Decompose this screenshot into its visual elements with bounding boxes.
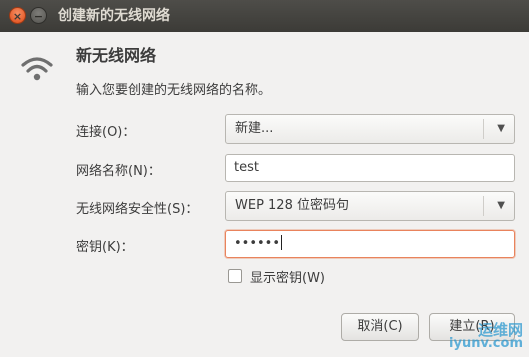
connection-value: 新建... xyxy=(235,121,274,136)
window-title: 创建新的无线网络 xyxy=(58,8,170,24)
cancel-button[interactable]: 取消(C) xyxy=(341,313,419,341)
security-value: WEP 128 位密码句 xyxy=(235,198,349,213)
key-label: 密钥(K)： xyxy=(76,240,134,255)
chevron-down-icon: ▼ xyxy=(497,123,505,134)
minimize-icon: − xyxy=(33,10,44,23)
network-name-label: 网络名称(N)： xyxy=(76,164,161,179)
connection-label: 连接(O)： xyxy=(76,125,136,140)
security-label: 无线网络安全性(S)： xyxy=(76,202,199,217)
dialog-description: 输入您要创建的无线网络的名称。 xyxy=(76,83,272,98)
combo-separator xyxy=(483,119,484,139)
watermark-top: 运维网 xyxy=(477,321,523,339)
key-input[interactable]: •••••• xyxy=(225,230,515,258)
title-bar: × − 创建新的无线网络 xyxy=(0,0,529,32)
watermark-bottom: iyunv.com xyxy=(449,336,523,351)
network-name-input[interactable]: test xyxy=(225,154,515,182)
dialog-heading: 新无线网络 xyxy=(76,46,157,65)
security-combo[interactable]: WEP 128 位密码句 ▼ xyxy=(225,191,515,221)
key-value: •••••• xyxy=(234,236,281,251)
close-icon: × xyxy=(12,10,23,23)
chevron-down-icon: ▼ xyxy=(497,200,505,211)
show-key-label[interactable]: 显示密钥(W) xyxy=(250,267,325,286)
connection-combo[interactable]: 新建... ▼ xyxy=(225,114,515,144)
text-cursor xyxy=(281,235,283,250)
close-button[interactable]: × xyxy=(9,7,26,24)
minimize-button[interactable]: − xyxy=(30,7,47,24)
combo-separator xyxy=(483,196,484,216)
watermark: 运维网 iyunv.com xyxy=(449,323,523,351)
show-key-checkbox[interactable] xyxy=(228,269,242,283)
wifi-icon xyxy=(21,57,53,81)
